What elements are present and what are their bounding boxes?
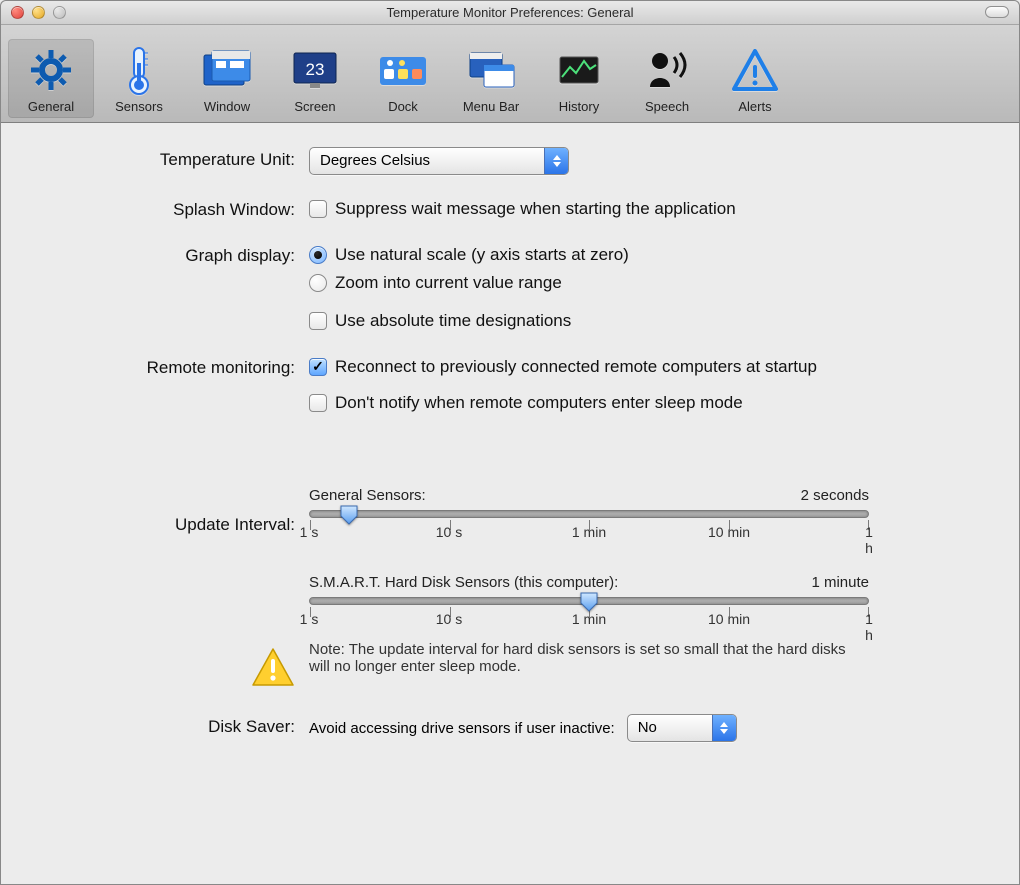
tick-label: 1 s: [300, 611, 319, 627]
remote-reconnect-text: Reconnect to previously connected remote…: [335, 357, 817, 377]
window-icon: [184, 45, 270, 95]
graph-display-label: Graph display:: [29, 243, 309, 266]
graph-zoom-radio[interactable]: [309, 274, 327, 292]
tick-label: 1 h: [865, 611, 873, 643]
toolbar-tab-label: History: [536, 99, 622, 114]
temperature-unit-label: Temperature Unit:: [29, 147, 309, 170]
toolbar-tab-alerts[interactable]: Alerts: [712, 39, 798, 118]
tick-label: 1 min: [572, 524, 606, 540]
general-sensors-slider-block: General Sensors: 2 seconds: [309, 487, 869, 542]
tick-label: 1 s: [300, 524, 319, 540]
tick-label: 1 min: [572, 611, 606, 627]
graph-natural-text: Use natural scale (y axis starts at zero…: [335, 245, 629, 265]
warning-icon: [251, 647, 295, 692]
window-title: Temperature Monitor Preferences: General: [386, 5, 633, 20]
suppress-splash-text: Suppress wait message when starting the …: [335, 199, 736, 219]
general-sensors-value: 2 seconds: [801, 487, 869, 504]
toolbar-tab-label: Menu Bar: [448, 99, 534, 114]
alerts-icon: [712, 45, 798, 95]
select-arrows-icon: [712, 715, 736, 741]
dock-icon: [360, 45, 446, 95]
toolbar-tab-speech[interactable]: Speech: [624, 39, 710, 118]
graph-zoom-text: Zoom into current value range: [335, 273, 562, 293]
toolbar-tab-sensors[interactable]: Sensors: [96, 39, 182, 118]
update-interval-note: Note: The update interval for hard disk …: [309, 641, 869, 675]
smart-sensors-label: S.M.A.R.T. Hard Disk Sensors (this compu…: [309, 574, 618, 591]
speech-icon: [624, 45, 710, 95]
toolbar-tab-menubar[interactable]: Menu Bar: [448, 39, 534, 118]
disk-saver-label: Disk Saver:: [29, 714, 309, 737]
toolbar-tab-dock[interactable]: Dock: [360, 39, 446, 118]
graph-abs-time-checkbox[interactable]: [309, 312, 327, 330]
screen-icon: 23: [272, 45, 358, 95]
remote-dont-notify-text: Don't notify when remote computers enter…: [335, 393, 743, 413]
close-button[interactable]: [11, 6, 24, 19]
toolbar-tab-label: Dock: [360, 99, 446, 114]
smart-sensors-value: 1 minute: [811, 574, 869, 591]
general-sensors-label: General Sensors:: [309, 487, 426, 504]
update-interval-label: Update Interval:: [29, 487, 309, 535]
tick-label: 10 s: [436, 611, 462, 627]
tick-label: 1 h: [865, 524, 873, 556]
traffic-lights: [11, 6, 66, 19]
toolbar-tab-label: Alerts: [712, 99, 798, 114]
toolbar-tab-window[interactable]: Window: [184, 39, 270, 118]
temperature-unit-select[interactable]: Degrees Celsius: [309, 147, 569, 175]
preferences-window: Temperature Monitor Preferences: General: [0, 0, 1020, 885]
preferences-toolbar: General Sensors: [1, 25, 1019, 123]
preferences-content: Temperature Unit: Degrees Celsius Splash…: [1, 123, 1019, 772]
toolbar-tab-label: Sensors: [96, 99, 182, 114]
general-sensors-thumb[interactable]: [339, 504, 359, 526]
toolbar-tab-label: Speech: [624, 99, 710, 114]
toolbar-toggle-button[interactable]: [985, 6, 1009, 18]
graph-natural-radio[interactable]: [309, 246, 327, 264]
gear-icon: [8, 45, 94, 95]
remote-monitoring-label: Remote monitoring:: [29, 355, 309, 378]
temperature-unit-value: Degrees Celsius: [310, 148, 544, 174]
toolbar-tab-label: General: [8, 99, 94, 114]
history-icon: [536, 45, 622, 95]
svg-text:23: 23: [306, 60, 325, 79]
smart-sensors-slider[interactable]: [309, 597, 869, 605]
toolbar-tab-history[interactable]: History: [536, 39, 622, 118]
disk-saver-value: No: [628, 715, 712, 741]
select-arrows-icon: [544, 148, 568, 174]
toolbar-tab-label: Window: [184, 99, 270, 114]
suppress-splash-checkbox[interactable]: [309, 200, 327, 218]
remote-dont-notify-checkbox[interactable]: [309, 394, 327, 412]
toolbar-tab-screen[interactable]: 23 Screen: [272, 39, 358, 118]
tick-label: 10 min: [708, 524, 750, 540]
disk-saver-select[interactable]: No: [627, 714, 737, 742]
minimize-button[interactable]: [32, 6, 45, 19]
splash-window-label: Splash Window:: [29, 197, 309, 220]
general-sensors-slider[interactable]: [309, 510, 869, 518]
thermo-icon: [96, 45, 182, 95]
smart-sensors-slider-block: S.M.A.R.T. Hard Disk Sensors (this compu…: [309, 574, 869, 629]
zoom-button[interactable]: [53, 6, 66, 19]
graph-abs-time-text: Use absolute time designations: [335, 311, 571, 331]
smart-sensors-thumb[interactable]: [579, 591, 599, 613]
window-titlebar[interactable]: Temperature Monitor Preferences: General: [1, 1, 1019, 25]
toolbar-tab-general[interactable]: General: [8, 39, 94, 118]
disk-saver-prompt: Avoid accessing drive sensors if user in…: [309, 720, 615, 737]
remote-reconnect-checkbox[interactable]: [309, 358, 327, 376]
toolbar-tab-label: Screen: [272, 99, 358, 114]
menubar-icon: [448, 45, 534, 95]
tick-label: 10 s: [436, 524, 462, 540]
tick-label: 10 min: [708, 611, 750, 627]
